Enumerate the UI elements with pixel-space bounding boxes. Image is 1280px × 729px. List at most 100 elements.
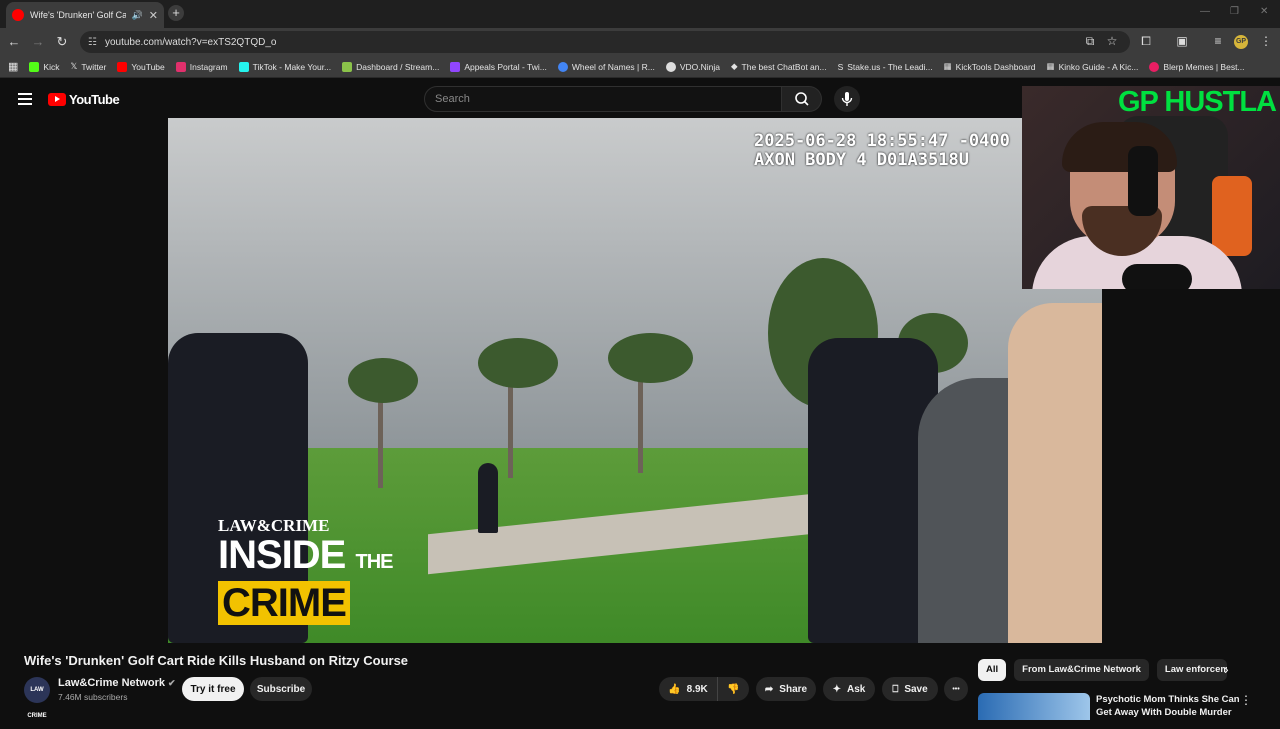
chair-accent <box>1212 176 1252 256</box>
bookmark-appeals[interactable]: Appeals Portal - Twi... <box>450 61 547 72</box>
grid-icon: ▦ <box>943 61 952 71</box>
maximize-icon[interactable]: ❐ <box>1230 6 1239 17</box>
bookmark-instagram[interactable]: Instagram <box>175 61 228 72</box>
bookmark-kicktools[interactable]: ▦ KickTools Dashboard <box>944 61 1036 72</box>
recommended-video[interactable]: Psychotic Mom Thinks She Can Get Away Wi… <box>978 693 1278 720</box>
bookmark-chatbot[interactable]: ◆ The best ChatBot an... <box>731 61 827 72</box>
x-icon: 𝕏 <box>70 61 78 71</box>
palm-tree <box>478 338 558 388</box>
chevron-right-icon[interactable]: › <box>1224 661 1229 677</box>
new-tab-button[interactable]: + <box>168 5 184 21</box>
video-title: Wife's 'Drunken' Golf Cart Ride Kills Hu… <box>24 653 409 668</box>
sparkle-icon: ✦ <box>832 683 842 695</box>
wheel-icon <box>557 61 568 72</box>
bookmark-twitter[interactable]: 𝕏 Twitter <box>70 61 106 72</box>
bookmarks-bar: ▦ Kick 𝕏 Twitter YouTube Instagram TikTok… <box>0 56 1280 78</box>
palm-tree <box>608 333 693 383</box>
tiktok-icon <box>238 61 249 72</box>
sidepanel-icon[interactable]: ▣ <box>1174 34 1190 48</box>
youtube-favicon-icon <box>12 9 24 21</box>
url-text: youtube.com/watch?v=exTS2QTQD_o <box>104 36 277 48</box>
bookmark-kinko[interactable]: ▦ Kinko Guide - A Kic... <box>1047 61 1139 72</box>
browser-tab[interactable]: Wife's 'Drunken' Golf Cart R 🔊 ✕ <box>6 2 164 28</box>
verified-icon: ✔ <box>168 678 176 688</box>
recommended-title[interactable]: Psychotic Mom Thinks She Can Get Away Wi… <box>1096 693 1256 719</box>
dislike-button[interactable]: 👎 <box>717 677 749 701</box>
bookmark-kick[interactable]: Kick <box>29 61 59 72</box>
youtube-play-icon <box>48 93 66 106</box>
address-bar-row: ← → ↻ ☷ youtube.com/watch?v=exTS2QTQD_o … <box>0 28 1280 56</box>
search-icon <box>795 92 809 106</box>
bookmark-tiktok[interactable]: TikTok - Make Your... <box>238 61 331 72</box>
grid-icon: ▦ <box>1046 61 1055 71</box>
stream-overlay-text: GP HUSTLA <box>1117 86 1277 118</box>
minimize-icon[interactable]: — <box>1200 6 1210 17</box>
kick-icon <box>29 61 40 72</box>
bookmark-stake[interactable]: S Stake.us - The Leadi... <box>838 62 933 72</box>
more-actions-button[interactable]: ••• <box>944 677 968 701</box>
blerp-icon <box>1149 61 1160 72</box>
close-window-icon[interactable]: ✕ <box>1260 6 1268 17</box>
kebab-menu-icon[interactable]: ⋮ <box>1240 693 1252 707</box>
channel-name[interactable]: Law&Crime Network ✔ <box>58 677 176 689</box>
microphone-icon <box>841 92 853 106</box>
apps-grid-icon[interactable]: ▦ <box>8 60 18 73</box>
like-button[interactable]: 👍 8.9K <box>659 677 717 701</box>
bookmark-vdo[interactable]: VDO.Ninja <box>665 61 720 72</box>
recommendation-chips: All From Law&Crime Network Law enforcem <box>978 659 1227 681</box>
palm-trunk <box>378 388 383 488</box>
media-icon[interactable]: ≡ <box>1210 34 1226 48</box>
bookmark-youtube[interactable]: YouTube <box>117 61 165 72</box>
close-tab-icon[interactable]: ✕ <box>149 9 158 22</box>
ask-button[interactable]: ✦ Ask <box>823 677 875 701</box>
bookmark-dashboard[interactable]: Dashboard / Stream... <box>342 61 439 72</box>
back-icon[interactable]: ← <box>6 34 22 49</box>
share-button[interactable]: ➦ Share <box>756 677 816 701</box>
bookmark-star-icon[interactable]: ☆ <box>1104 34 1120 48</box>
subscribe-button[interactable]: Subscribe <box>250 677 312 701</box>
chip-all[interactable]: All <box>978 659 1007 681</box>
profile-avatar[interactable]: GP <box>1234 35 1248 49</box>
recommended-thumbnail[interactable] <box>978 693 1090 720</box>
hamburger-menu-icon[interactable] <box>18 93 32 108</box>
lawcrime-watermark: LAW&CRIME INSIDE THE CRIME <box>218 516 393 625</box>
stream-microphone <box>1122 264 1192 289</box>
subscriber-count: 7.46M subscribers <box>58 692 128 702</box>
officer-distant <box>478 463 498 533</box>
forward-icon[interactable]: → <box>30 34 46 49</box>
chip-law-enforcement[interactable]: Law enforcem <box>1156 659 1227 681</box>
woman-figure <box>1008 303 1102 643</box>
bookmark-wheel[interactable]: Wheel of Names | R... <box>557 61 655 72</box>
tab-title: Wife's 'Drunken' Golf Cart R <box>30 10 126 20</box>
extensions-icon[interactable]: ⧠ <box>1138 34 1154 49</box>
chip-from-channel[interactable]: From Law&Crime Network <box>1014 659 1149 681</box>
reload-icon[interactable]: ↻ <box>54 34 70 50</box>
vdo-ninja-icon <box>665 61 676 72</box>
instagram-icon <box>175 61 186 72</box>
url-bar[interactable]: ☷ youtube.com/watch?v=exTS2QTQD_o <box>80 31 1130 53</box>
menu-kebab-icon[interactable]: ⋮ <box>1258 34 1274 48</box>
save-button[interactable]: ⎕ Save <box>882 677 938 701</box>
share-icon: ➦ <box>764 683 774 695</box>
search-input[interactable]: Search <box>424 86 782 112</box>
bookmark-blerp[interactable]: Blerp Memes | Best... <box>1149 61 1245 72</box>
palm-tree <box>348 358 418 403</box>
channel-avatar[interactable]: LAW CRIME <box>24 677 50 719</box>
headphones-icon <box>1128 146 1158 216</box>
diamond-icon: ◆ <box>730 61 738 71</box>
streamer-webcam: GP HUSTLA <box>1022 86 1280 289</box>
video-player[interactable]: 2025-06-28 18:55:47 -0400 AXON BODY 4 D0… <box>168 118 1102 643</box>
bodycam-timestamp: 2025-06-28 18:55:47 -0400 AXON BODY 4 D0… <box>754 131 1010 170</box>
thumbs-up-icon: 👍 <box>668 683 681 695</box>
tab-strip: Wife's 'Drunken' Golf Cart R 🔊 ✕ + — ❐ ✕ <box>0 0 1280 28</box>
youtube-logo[interactable]: YouTube <box>48 92 120 107</box>
search-button[interactable] <box>782 86 822 112</box>
cast-icon[interactable]: ⧉ <box>1082 34 1098 49</box>
try-it-free-button[interactable]: Try it free <box>182 677 244 701</box>
streamer-hair <box>1062 122 1177 172</box>
youtube-icon <box>117 61 128 72</box>
voice-search-button[interactable] <box>834 86 860 112</box>
speaker-icon[interactable]: 🔊 <box>132 10 143 21</box>
site-info-icon[interactable]: ☷ <box>88 37 97 48</box>
streamlabs-icon <box>342 61 353 72</box>
